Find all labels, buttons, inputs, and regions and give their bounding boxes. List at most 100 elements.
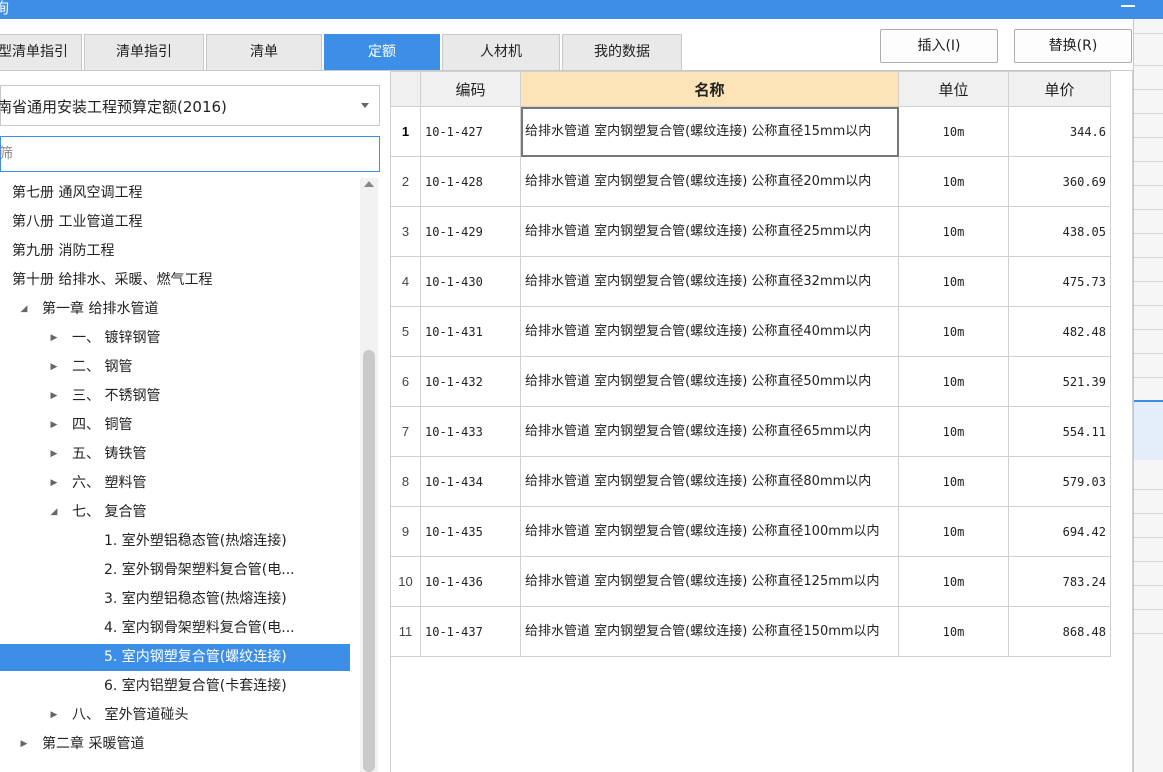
collapse-arrow-icon[interactable]: ◢: [48, 499, 60, 526]
tree-item[interactable]: ◢ 第一章 给排水管道: [0, 296, 350, 323]
chevron-down-icon[interactable]: [361, 103, 369, 108]
price-cell[interactable]: 554.11: [1008, 406, 1111, 457]
scroll-up-icon[interactable]: [364, 181, 374, 187]
row-index[interactable]: 1: [390, 106, 421, 157]
expand-arrow-icon[interactable]: ▶: [48, 441, 60, 468]
expand-arrow-icon[interactable]: ▶: [48, 325, 60, 352]
tree-item[interactable]: ▶ 第二章 采暖管道: [0, 731, 350, 758]
price-cell[interactable]: 868.48: [1008, 606, 1111, 657]
tree-item[interactable]: 第七册 通风空调工程: [0, 180, 350, 207]
code-cell[interactable]: 10-1-428: [420, 156, 521, 207]
price-cell[interactable]: 344.6: [1008, 106, 1111, 157]
row-index[interactable]: 4: [390, 256, 421, 307]
tree-item[interactable]: 第十册 给排水、采暖、燃气工程: [0, 267, 350, 294]
tree-item[interactable]: 第八册 工业管道工程: [0, 209, 350, 236]
table-row[interactable]: 2 10-1-428 给排水管道 室内钢塑复合管(螺纹连接) 公称直径20mm以内 1…: [390, 156, 1111, 207]
tree-item[interactable]: ▶ 一、 镀锌钢管: [0, 325, 350, 352]
tree-item[interactable]: ◢ 七、 复合管: [0, 499, 350, 526]
name-cell[interactable]: 给排水管道 室内钢塑复合管(螺纹连接) 公称直径15mm以内: [520, 106, 899, 157]
tree-item[interactable]: ▶ 六、 塑料管: [0, 470, 350, 497]
name-cell[interactable]: 给排水管道 室内钢塑复合管(螺纹连接) 公称直径150mm以内: [520, 606, 899, 657]
tree-item[interactable]: ▶ 二、 钢管: [0, 354, 350, 381]
name-cell[interactable]: 给排水管道 室内钢塑复合管(螺纹连接) 公称直径80mm以内: [520, 456, 899, 507]
tab-my-data[interactable]: 我的数据: [562, 34, 682, 70]
tree-item[interactable]: 6. 室内铝塑复合管(卡套连接): [0, 673, 350, 700]
price-cell[interactable]: 475.73: [1008, 256, 1111, 307]
price-cell[interactable]: 694.42: [1008, 506, 1111, 557]
name-cell[interactable]: 给排水管道 室内钢塑复合管(螺纹连接) 公称直径100mm以内: [520, 506, 899, 557]
expand-arrow-icon[interactable]: ▶: [48, 702, 60, 729]
code-cell[interactable]: 10-1-432: [420, 356, 521, 407]
unit-header[interactable]: 单位: [898, 71, 1009, 107]
row-index[interactable]: 6: [390, 356, 421, 407]
insert-button[interactable]: 插入(I): [880, 29, 998, 63]
expand-arrow-icon[interactable]: ▶: [48, 354, 60, 381]
tree-item[interactable]: 4. 室内钢骨架塑料复合管(电...: [0, 615, 350, 642]
name-header[interactable]: 名称: [520, 71, 899, 107]
table-row[interactable]: 6 10-1-432 给排水管道 室内钢塑复合管(螺纹连接) 公称直径50mm以内 1…: [390, 356, 1111, 407]
tree-item[interactable]: ▶ 四、 铜管: [0, 412, 350, 439]
unit-cell[interactable]: 10m: [898, 306, 1009, 357]
tab-bill[interactable]: 清单: [206, 34, 322, 70]
tab-typical-bill-guide[interactable]: 型清单指引: [0, 34, 82, 70]
tab-bill-guide[interactable]: 清单指引: [84, 34, 204, 70]
name-cell[interactable]: 给排水管道 室内钢塑复合管(螺纹连接) 公称直径50mm以内: [520, 356, 899, 407]
table-row[interactable]: 3 10-1-429 给排水管道 室内钢塑复合管(螺纹连接) 公称直径25mm以内 1…: [390, 206, 1111, 257]
scroll-thumb[interactable]: [363, 350, 375, 772]
unit-cell[interactable]: 10m: [898, 106, 1009, 157]
tree-item[interactable]: ▶ 三、 不锈钢管: [0, 383, 350, 410]
name-cell[interactable]: 给排水管道 室内钢塑复合管(螺纹连接) 公称直径65mm以内: [520, 406, 899, 457]
tree-scrollbar[interactable]: [360, 178, 378, 772]
code-cell[interactable]: 10-1-433: [420, 406, 521, 457]
code-cell[interactable]: 10-1-429: [420, 206, 521, 257]
table-row[interactable]: 7 10-1-433 给排水管道 室内钢塑复合管(螺纹连接) 公称直径65mm以内 1…: [390, 406, 1111, 457]
tree-item[interactable]: 2. 室外钢骨架塑料复合管(电...: [0, 557, 350, 584]
tab-quota[interactable]: 定额: [324, 34, 440, 70]
tab-labor-material-machine[interactable]: 人材机: [442, 34, 560, 70]
quota-library-select[interactable]: 南省通用安装工程预算定额(2016): [0, 85, 380, 126]
expand-arrow-icon[interactable]: ▶: [18, 731, 30, 758]
tree-item[interactable]: 3. 室内塑铝稳态管(热熔连接): [0, 586, 350, 613]
row-index[interactable]: 3: [390, 206, 421, 257]
table-row[interactable]: 1 10-1-427 给排水管道 室内钢塑复合管(螺纹连接) 公称直径15mm以内 1…: [390, 106, 1111, 157]
row-index[interactable]: 2: [390, 156, 421, 207]
price-header[interactable]: 单价: [1008, 71, 1111, 107]
unit-cell[interactable]: 10m: [898, 506, 1009, 557]
row-index[interactable]: 8: [390, 456, 421, 507]
table-row[interactable]: 9 10-1-435 给排水管道 室内钢塑复合管(螺纹连接) 公称直径100mm以内…: [390, 506, 1111, 557]
tree-item[interactable]: 1. 室外塑铝稳态管(热熔连接): [0, 528, 350, 555]
minimize-icon[interactable]: [1121, 5, 1135, 7]
unit-cell[interactable]: 10m: [898, 256, 1009, 307]
price-cell[interactable]: 579.03: [1008, 456, 1111, 507]
code-cell[interactable]: 10-1-427: [420, 106, 521, 157]
table-row[interactable]: 11 10-1-437 给排水管道 室内钢塑复合管(螺纹连接) 公称直径150mm以…: [390, 606, 1111, 657]
code-cell[interactable]: 10-1-430: [420, 256, 521, 307]
name-cell[interactable]: 给排水管道 室内钢塑复合管(螺纹连接) 公称直径20mm以内: [520, 156, 899, 207]
code-cell[interactable]: 10-1-435: [420, 506, 521, 557]
row-index[interactable]: 9: [390, 506, 421, 557]
filter-box[interactable]: [0, 136, 380, 172]
expand-arrow-icon[interactable]: ▶: [48, 470, 60, 497]
filter-input[interactable]: [0, 143, 369, 165]
code-cell[interactable]: 10-1-434: [420, 456, 521, 507]
tree-item[interactable]: 第九册 消防工程: [0, 238, 350, 265]
price-cell[interactable]: 360.69: [1008, 156, 1111, 207]
table-row[interactable]: 8 10-1-434 给排水管道 室内钢塑复合管(螺纹连接) 公称直径80mm以内 1…: [390, 456, 1111, 507]
unit-cell[interactable]: 10m: [898, 156, 1009, 207]
tree-item[interactable]: 5. 室内钢塑复合管(螺纹连接): [0, 644, 350, 671]
table-row[interactable]: 10 10-1-436 给排水管道 室内钢塑复合管(螺纹连接) 公称直径125mm以…: [390, 556, 1111, 607]
row-index[interactable]: 7: [390, 406, 421, 457]
price-cell[interactable]: 783.24: [1008, 556, 1111, 607]
name-cell[interactable]: 给排水管道 室内钢塑复合管(螺纹连接) 公称直径25mm以内: [520, 206, 899, 257]
row-index[interactable]: 5: [390, 306, 421, 357]
name-cell[interactable]: 给排水管道 室内钢塑复合管(螺纹连接) 公称直径125mm以内: [520, 556, 899, 607]
expand-arrow-icon[interactable]: ▶: [48, 412, 60, 439]
code-header[interactable]: 编码: [420, 71, 521, 107]
table-row[interactable]: 5 10-1-431 给排水管道 室内钢塑复合管(螺纹连接) 公称直径40mm以内 1…: [390, 306, 1111, 357]
table-row[interactable]: 4 10-1-430 给排水管道 室内钢塑复合管(螺纹连接) 公称直径32mm以内 1…: [390, 256, 1111, 307]
unit-cell[interactable]: 10m: [898, 456, 1009, 507]
row-index[interactable]: 11: [390, 606, 421, 657]
replace-button[interactable]: 替换(R): [1014, 29, 1132, 63]
tree-item[interactable]: ▶ 五、 铸铁管: [0, 441, 350, 468]
name-cell[interactable]: 给排水管道 室内钢塑复合管(螺纹连接) 公称直径40mm以内: [520, 306, 899, 357]
